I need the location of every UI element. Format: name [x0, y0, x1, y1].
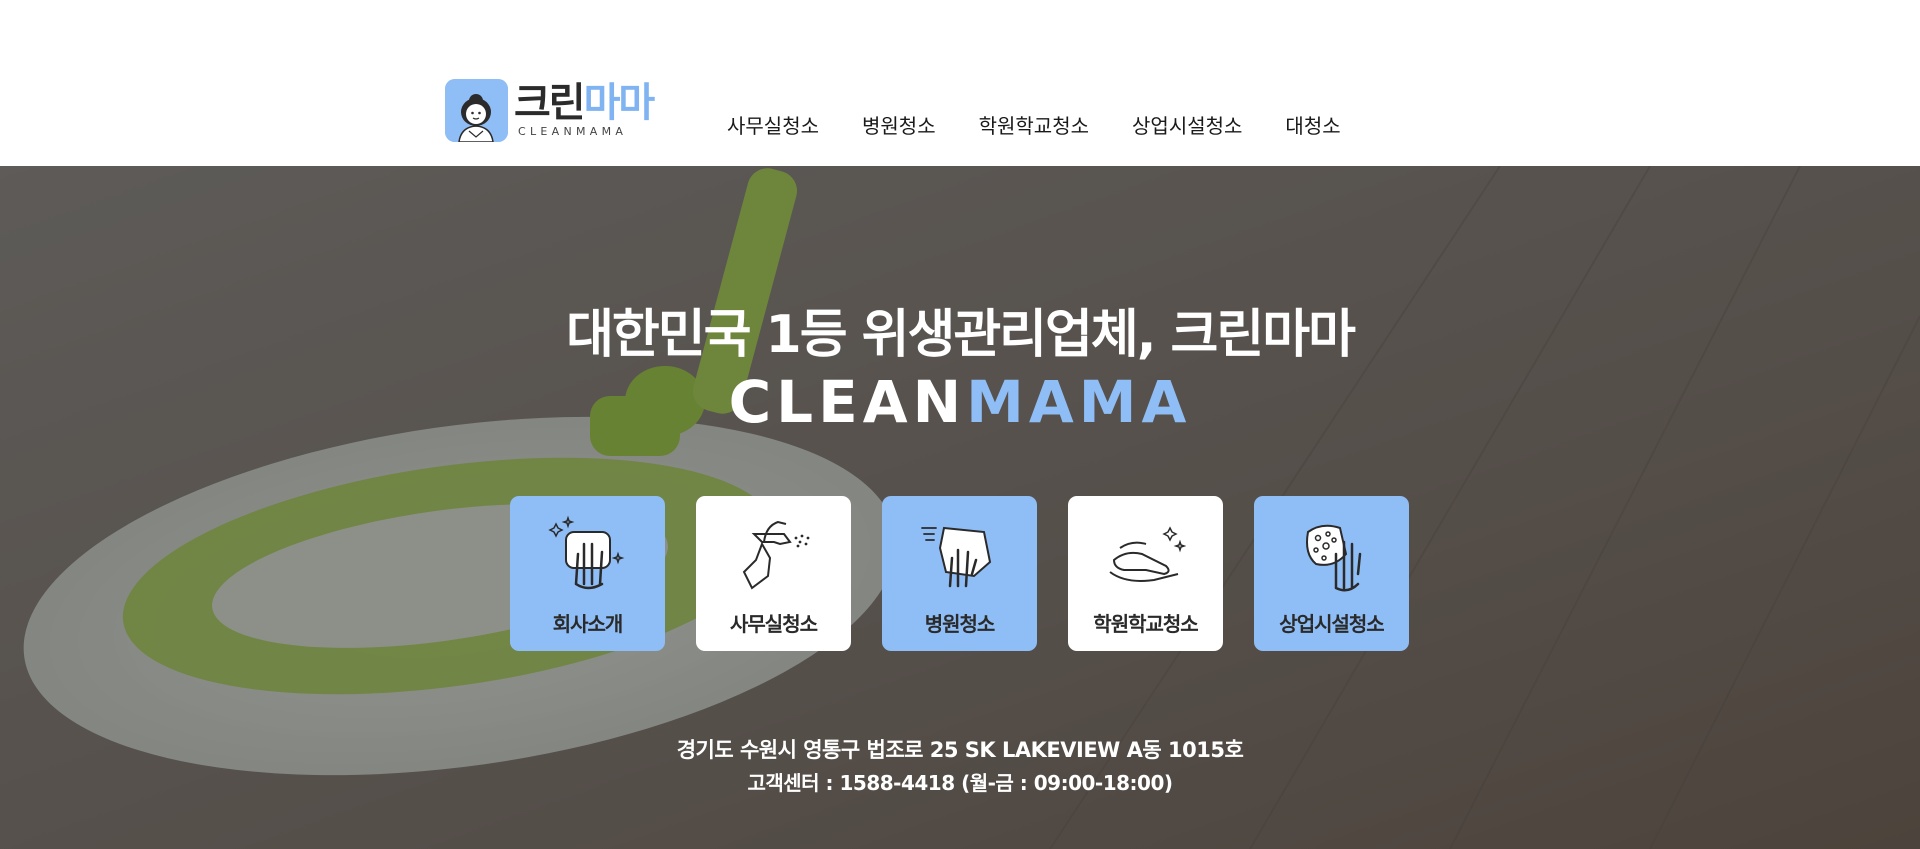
tile-label: 상업시설청소 — [1279, 612, 1384, 636]
tile-label: 사무실청소 — [730, 612, 818, 636]
logo-text: 크린마마 CLEANMAMA — [514, 79, 656, 138]
site-header: 크린마마 CLEANMAMA 사무실청소 병원청소 학원학교청소 상업시설청소 … — [0, 0, 1920, 166]
logo-link[interactable]: 크린마마 CLEANMAMA — [445, 78, 670, 142]
sparkling-hand-icon — [548, 515, 625, 590]
hero-section: 대한민국 1등 위생관리업체, 크린마마 CLEANMAMA 회사소개 사무실청… — [0, 166, 1920, 849]
logo-wordmark: 크린마마 — [514, 79, 656, 126]
main-nav: 사무실청소 병원청소 학원학교청소 상업시설청소 대청소 — [727, 110, 1384, 139]
nav-item-deep-cleaning[interactable]: 대청소 — [1285, 110, 1340, 139]
sponge-hand-icon — [1306, 524, 1362, 592]
tile-label: 회사소개 — [552, 612, 624, 636]
tile-hospital-cleaning[interactable]: 병원청소 — [882, 496, 1037, 651]
tile-school-cleaning[interactable]: 학원학교청소 — [1068, 496, 1223, 651]
nav-item-school-cleaning[interactable]: 학원학교청소 — [979, 110, 1089, 139]
hand-wiping-surface-icon — [1109, 526, 1186, 582]
nav-item-office-cleaning[interactable]: 사무실청소 — [727, 110, 819, 139]
logo-text-blue: 마마 — [583, 79, 656, 126]
company-address: 경기도 수원시 영통구 법조로 25 SK LAKEVIEW A동 1015호 — [676, 738, 1244, 762]
logo-text-dark: 크린 — [514, 79, 586, 126]
service-center-info: 고객센터 : 1588-4418 (월-금 : 09:00-18:00) — [747, 771, 1173, 795]
service-tiles: 회사소개 사무실청소 병원청소 학원학교청소 상업시설청소 — [510, 496, 1409, 651]
tile-label: 병원청소 — [924, 612, 996, 636]
tile-office-cleaning[interactable]: 사무실청소 — [696, 496, 851, 651]
nav-item-hospital-cleaning[interactable]: 병원청소 — [862, 110, 936, 139]
nav-item-commercial-cleaning[interactable]: 상업시설청소 — [1132, 110, 1242, 139]
brand-clean: CLEAN — [728, 368, 967, 436]
tile-company-intro[interactable]: 회사소개 — [510, 496, 665, 651]
tile-commercial-cleaning[interactable]: 상업시설청소 — [1254, 496, 1409, 651]
tile-label: 학원학교청소 — [1093, 612, 1198, 636]
cleanmama-mascot-icon — [445, 78, 508, 142]
hero-headline: 대한민국 1등 위생관리업체, 크린마마 — [566, 305, 1356, 365]
wiping-cloth-icon — [921, 526, 992, 588]
spray-bottle-icon — [742, 520, 810, 590]
brand-mama: MAMA — [966, 368, 1192, 436]
logo-subtext: CLEANMAMA — [518, 124, 628, 138]
hero-brand: CLEANMAMA — [0, 368, 1920, 436]
